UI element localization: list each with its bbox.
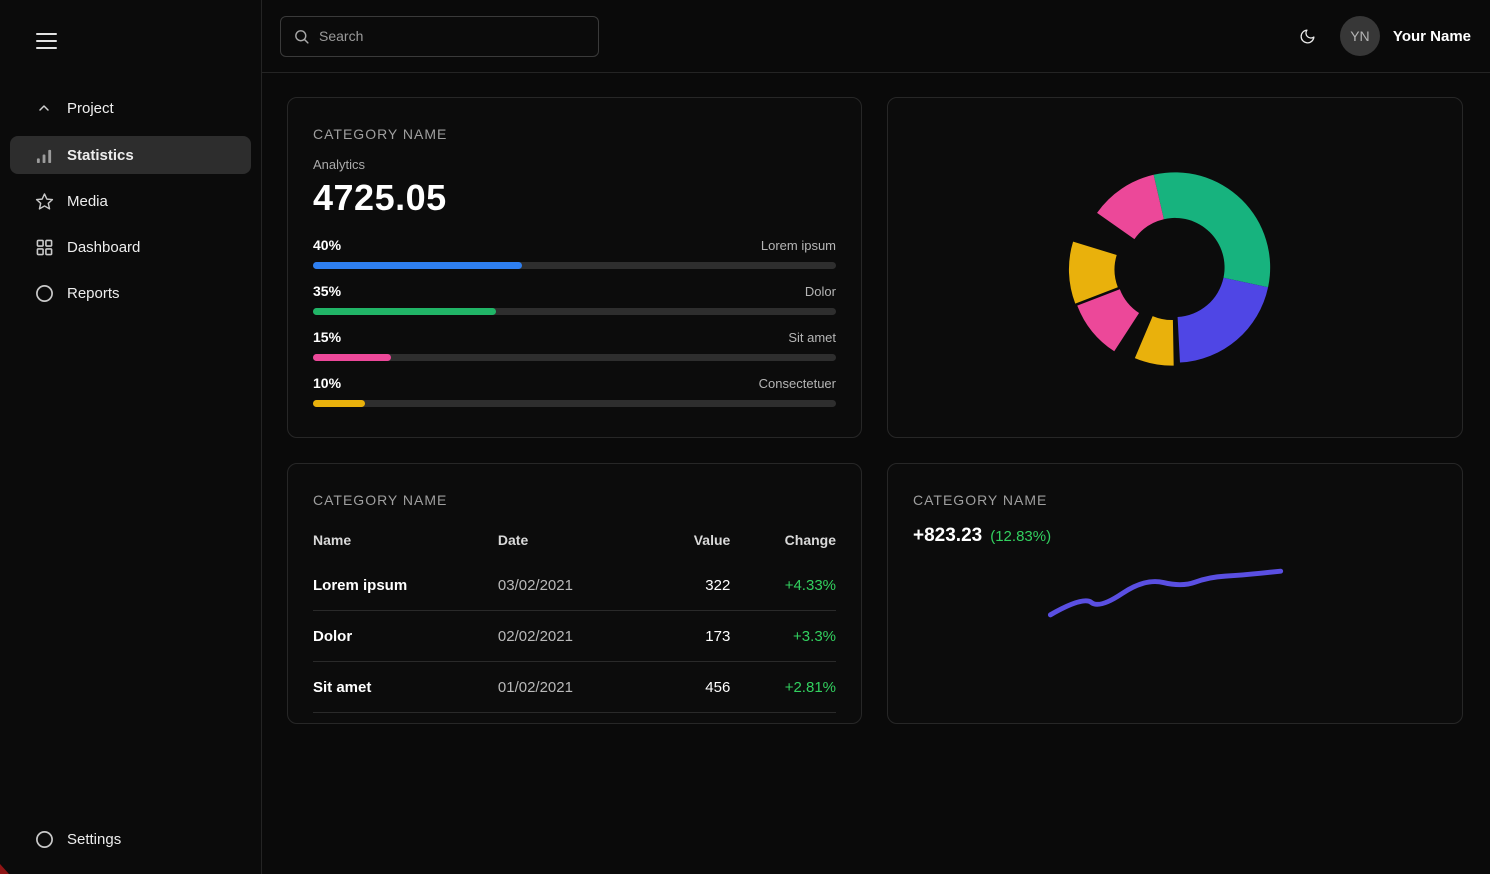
- bar-percent: 15%: [313, 329, 341, 345]
- avatar[interactable]: YN: [1340, 16, 1380, 56]
- star-icon: [34, 191, 54, 211]
- table-body: Lorem ipsum03/02/2021322+4.33%Dolor02/02…: [313, 560, 836, 713]
- search-box[interactable]: [280, 16, 599, 57]
- progress-track: [313, 400, 836, 407]
- sidebar-item-dashboard[interactable]: Dashboard: [10, 228, 251, 266]
- topbar: YN Your Name: [262, 0, 1490, 73]
- cell-date: 02/02/2021: [498, 628, 651, 645]
- progress-bar-row: 40% Lorem ipsum: [313, 237, 836, 269]
- search-input[interactable]: [319, 28, 586, 44]
- main-area: YN Your Name CATEGORY NAME Analytics 472…: [262, 0, 1490, 874]
- cell-date: 01/02/2021: [498, 679, 651, 696]
- sidebar-item-reports[interactable]: Reports: [10, 274, 251, 312]
- chevron-up-icon: [34, 98, 54, 118]
- theme-toggle-button[interactable]: [1293, 22, 1322, 51]
- menu-button[interactable]: [36, 28, 57, 54]
- table-header-row: Name Date Value Change: [313, 522, 836, 560]
- cell-value: 173: [651, 628, 730, 645]
- progress-track: [313, 354, 836, 361]
- progress-track: [313, 308, 836, 315]
- circle-icon: [34, 829, 54, 849]
- sidebar-item-project[interactable]: Project: [0, 88, 261, 128]
- column-header-value: Value: [651, 532, 730, 548]
- card-donut-chart: [887, 97, 1463, 438]
- cell-date: 03/02/2021: [498, 577, 651, 594]
- bar-label: Consectetuer: [759, 376, 836, 391]
- dashboard-content: CATEGORY NAME Analytics 4725.05 40% Lorem…: [262, 73, 1490, 724]
- progress-fill: [313, 308, 496, 315]
- hamburger-icon: [36, 33, 57, 35]
- progress-bar-row: 35% Dolor: [313, 283, 836, 315]
- sidebar: Project Statistics Media Dashboard: [0, 0, 262, 874]
- donut-chart: [888, 98, 1462, 437]
- sidebar-nav: Project Statistics Media Dashboard: [0, 88, 261, 312]
- card-trend: CATEGORY NAME +823.23 (12.83%): [887, 463, 1463, 724]
- analytics-value: 4725.05: [313, 177, 836, 219]
- card-table: CATEGORY NAME Name Date Value Change Lor…: [287, 463, 862, 724]
- analytics-subtitle: Analytics: [313, 157, 836, 172]
- column-header-date: Date: [498, 532, 651, 548]
- data-table: Name Date Value Change Lorem ipsum03/02/…: [313, 522, 836, 713]
- cell-change: +2.81%: [730, 679, 836, 696]
- user-name[interactable]: Your Name: [1393, 28, 1471, 45]
- cell-value: 456: [651, 679, 730, 696]
- sidebar-item-statistics[interactable]: Statistics: [10, 136, 251, 174]
- table-row: Lorem ipsum03/02/2021322+4.33%: [313, 560, 836, 611]
- card-title: CATEGORY NAME: [313, 126, 836, 142]
- circle-icon: [34, 283, 54, 303]
- cell-name: Dolor: [313, 628, 498, 645]
- card-title: CATEGORY NAME: [313, 492, 836, 508]
- progress-fill: [313, 400, 365, 407]
- sidebar-item-settings[interactable]: Settings: [10, 820, 251, 858]
- progress-fill: [313, 354, 391, 361]
- sparkline-path: [1050, 571, 1280, 615]
- moon-icon: [1299, 28, 1316, 45]
- progress-bar-row: 10% Consectetuer: [313, 375, 836, 407]
- sidebar-item-label: Reports: [67, 285, 120, 302]
- progress-bars: 40% Lorem ipsum 35% Dolor 15% Sit amet 10% Cons…: [313, 237, 836, 407]
- column-header-name: Name: [313, 532, 498, 548]
- sidebar-item-label: Statistics: [67, 147, 134, 164]
- progress-track: [313, 262, 836, 269]
- bar-percent: 10%: [313, 375, 341, 391]
- progress-fill: [313, 262, 522, 269]
- grid-icon: [34, 237, 54, 257]
- donut-segment-pink-top: [1097, 175, 1164, 239]
- sidebar-item-label: Dashboard: [67, 239, 140, 256]
- sparkline-chart: [888, 464, 1462, 723]
- table-row: Sit amet01/02/2021456+2.81%: [313, 662, 836, 713]
- bar-chart-icon: [34, 145, 54, 165]
- bar-label: Sit amet: [788, 330, 836, 345]
- avatar-initials: YN: [1350, 28, 1369, 44]
- cell-name: Sit amet: [313, 679, 498, 696]
- corner-artifact: [0, 864, 9, 874]
- donut-segment-yellow-bottom: [1135, 316, 1174, 366]
- cell-value: 322: [651, 577, 730, 594]
- sidebar-item-media[interactable]: Media: [10, 182, 251, 220]
- progress-bar-row: 15% Sit amet: [313, 329, 836, 361]
- cell-change: +4.33%: [730, 577, 836, 594]
- bar-label: Lorem ipsum: [761, 238, 836, 253]
- search-icon: [293, 28, 310, 45]
- app-root: Project Statistics Media Dashboard: [0, 0, 1490, 874]
- bar-label: Dolor: [805, 284, 836, 299]
- sidebar-section-label: Project: [67, 100, 114, 117]
- donut-segment-green: [1154, 172, 1271, 287]
- bar-percent: 35%: [313, 283, 341, 299]
- topbar-right: YN Your Name: [1293, 16, 1471, 56]
- column-header-change: Change: [730, 532, 836, 548]
- cell-name: Lorem ipsum: [313, 577, 498, 594]
- sidebar-item-label: Settings: [67, 831, 121, 848]
- sidebar-item-label: Media: [67, 193, 108, 210]
- table-row: Dolor02/02/2021173+3.3%: [313, 611, 836, 662]
- bar-percent: 40%: [313, 237, 341, 253]
- donut-segment-indigo: [1178, 278, 1268, 363]
- cell-change: +3.3%: [730, 628, 836, 645]
- card-analytics: CATEGORY NAME Analytics 4725.05 40% Lorem…: [287, 97, 862, 438]
